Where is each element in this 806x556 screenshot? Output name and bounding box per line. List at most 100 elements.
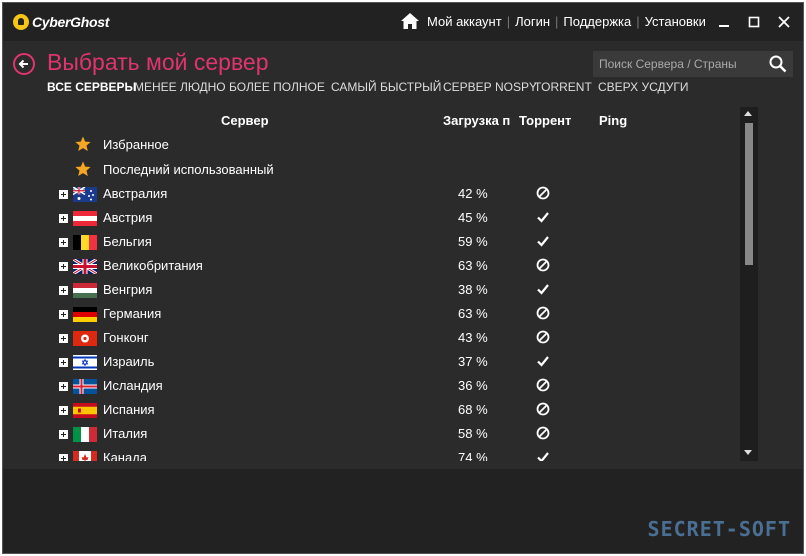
server-country-name: Германия bbox=[103, 306, 162, 321]
server-country-name: Великобритания bbox=[103, 258, 203, 273]
no-torrent-icon bbox=[536, 426, 550, 440]
expand-plus-icon[interactable] bbox=[59, 430, 68, 439]
server-country-name: Венгрия bbox=[103, 282, 153, 297]
expand-plus-icon[interactable] bbox=[59, 286, 68, 295]
server-load: 74 % bbox=[458, 450, 488, 461]
search-icon[interactable] bbox=[769, 55, 787, 73]
expand-plus-icon[interactable] bbox=[59, 406, 68, 415]
server-load: 63 % bbox=[458, 306, 488, 321]
server-row[interactable]: Канада 74 % bbox=[3, 446, 743, 461]
server-load: 42 % bbox=[458, 186, 488, 201]
tab-more-full[interactable]: БОЛЕЕ ПОЛНОЕ bbox=[229, 80, 325, 94]
tab-all-servers[interactable]: ВСЕ СЕРВЕРЫ bbox=[47, 80, 136, 94]
server-row[interactable]: Израиль 37 % bbox=[3, 350, 743, 374]
server-country-name: Канада bbox=[103, 450, 148, 461]
star-icon bbox=[75, 161, 91, 176]
home-icon[interactable] bbox=[401, 13, 419, 29]
favorites-item[interactable]: Избранное bbox=[75, 132, 169, 156]
no-torrent-icon bbox=[536, 402, 550, 416]
no-torrent-icon bbox=[536, 378, 550, 392]
scrollbar[interactable] bbox=[740, 107, 758, 461]
server-country-name: Гонконг bbox=[103, 330, 149, 345]
server-row[interactable]: Гонконг 43 % bbox=[3, 326, 743, 350]
arrow-left-icon bbox=[18, 59, 28, 69]
minimize-icon[interactable] bbox=[715, 13, 733, 31]
column-torrent[interactable]: Торрент bbox=[519, 113, 571, 128]
server-country-name: Австралия bbox=[103, 186, 168, 201]
no-torrent-icon bbox=[536, 330, 550, 344]
server-country-name: Испания bbox=[103, 402, 155, 417]
page-title: Выбрать мой сервер bbox=[47, 49, 269, 75]
check-icon bbox=[536, 234, 550, 248]
flag-hk-icon bbox=[73, 331, 97, 346]
nav-separator: | bbox=[555, 13, 559, 29]
flag-es-icon bbox=[73, 403, 97, 418]
search-input[interactable] bbox=[593, 51, 761, 77]
server-country-name: Австрия bbox=[103, 210, 153, 225]
server-row[interactable]: Исландия 36 % bbox=[3, 374, 743, 398]
server-row[interactable]: Великобритания 63 % bbox=[3, 254, 743, 278]
nav-separator: | bbox=[636, 13, 640, 29]
server-row[interactable]: Италия 58 % bbox=[3, 422, 743, 446]
close-icon[interactable] bbox=[775, 13, 793, 31]
flag-at-icon bbox=[73, 211, 97, 226]
server-country-name: Израиль bbox=[103, 354, 155, 369]
back-button[interactable] bbox=[13, 53, 35, 75]
column-ping[interactable]: Ping bbox=[599, 113, 627, 128]
last-used-label: Последний использованный bbox=[103, 161, 274, 177]
login-link[interactable]: Логин bbox=[515, 14, 550, 29]
my-account-link[interactable]: Мой аккаунт bbox=[427, 14, 502, 29]
check-icon bbox=[536, 450, 550, 461]
expand-plus-icon[interactable] bbox=[59, 382, 68, 391]
logo-text: CyberGhost bbox=[32, 14, 110, 30]
tab-torrent[interactable]: TORRENT bbox=[534, 80, 592, 94]
server-load: 63 % bbox=[458, 258, 488, 273]
server-load: 37 % bbox=[458, 354, 488, 369]
flag-il-icon bbox=[73, 355, 97, 370]
server-load: 58 % bbox=[458, 426, 488, 441]
tab-nospy[interactable]: СЕРВЕР NOSPY bbox=[443, 80, 537, 94]
flag-ca-icon bbox=[73, 451, 97, 461]
column-load[interactable]: Загрузка п bbox=[443, 113, 511, 128]
tab-extra-services[interactable]: СВЕРХ УСДУГИ bbox=[598, 80, 689, 94]
server-row[interactable]: Венгрия 38 % bbox=[3, 278, 743, 302]
server-load: 59 % bbox=[458, 234, 488, 249]
scroll-up-arrow-icon[interactable] bbox=[744, 111, 752, 116]
support-link[interactable]: Поддержка bbox=[563, 14, 631, 29]
flag-be-icon bbox=[73, 235, 97, 250]
settings-link[interactable]: Установки bbox=[645, 14, 706, 29]
flag-it-icon bbox=[73, 427, 97, 442]
last-used-item[interactable]: Последний использованный bbox=[75, 157, 274, 181]
flag-hu-icon bbox=[73, 283, 97, 298]
expand-plus-icon[interactable] bbox=[59, 262, 68, 271]
favorites-label: Избранное bbox=[103, 136, 169, 152]
star-icon bbox=[75, 136, 91, 151]
expand-plus-icon[interactable] bbox=[59, 358, 68, 367]
search-box bbox=[593, 51, 793, 77]
expand-plus-icon[interactable] bbox=[59, 190, 68, 199]
server-row[interactable]: Австралия 42 % bbox=[3, 182, 743, 206]
expand-plus-icon[interactable] bbox=[59, 238, 68, 247]
expand-plus-icon[interactable] bbox=[59, 214, 68, 223]
title-bar: CyberGhost Мой аккаунт | Логин | Поддерж… bbox=[3, 3, 803, 41]
expand-plus-icon[interactable] bbox=[59, 334, 68, 343]
server-row[interactable]: Испания 68 % bbox=[3, 398, 743, 422]
flag-gb-icon bbox=[73, 259, 97, 274]
scroll-down-arrow-icon[interactable] bbox=[744, 450, 752, 455]
no-torrent-icon bbox=[536, 186, 550, 200]
server-row[interactable]: Германия 63 % bbox=[3, 302, 743, 326]
server-row[interactable]: Австрия 45 % bbox=[3, 206, 743, 230]
server-country-name: Исландия bbox=[103, 378, 163, 393]
server-row[interactable]: Бельгия 59 % bbox=[3, 230, 743, 254]
expand-plus-icon[interactable] bbox=[59, 310, 68, 319]
check-icon bbox=[536, 210, 550, 224]
scrollbar-thumb[interactable] bbox=[745, 123, 753, 265]
expand-plus-icon[interactable] bbox=[59, 454, 68, 461]
maximize-icon[interactable] bbox=[745, 13, 763, 31]
tab-less-crowded[interactable]: МЕНЕЕ ЛЮДНО bbox=[134, 80, 226, 94]
ghost-logo-icon bbox=[13, 14, 29, 30]
tab-fastest[interactable]: САМЫЙ БЫСТРЫЙ bbox=[331, 80, 441, 94]
watermark: SECRET-SOFT bbox=[647, 517, 791, 541]
flag-de-icon bbox=[73, 307, 97, 322]
column-server[interactable]: Сервер bbox=[221, 113, 269, 128]
